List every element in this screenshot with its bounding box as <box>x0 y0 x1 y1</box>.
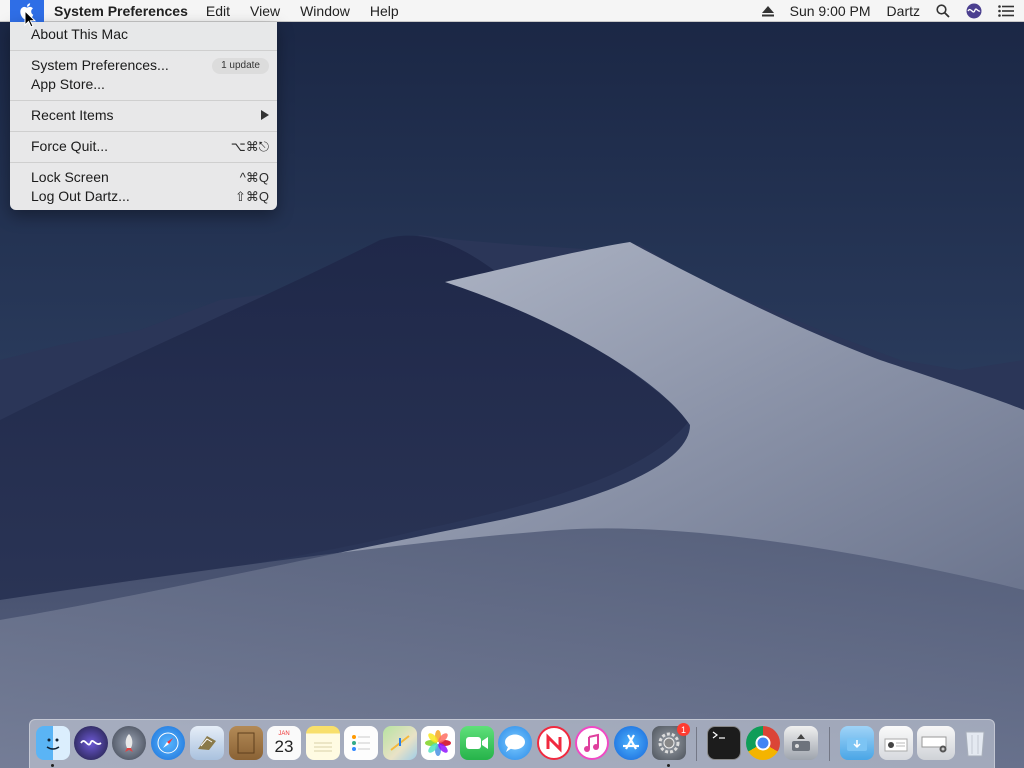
menu-separator <box>10 162 277 163</box>
update-badge: 1 update <box>212 57 269 74</box>
safari-icon[interactable] <box>151 726 185 760</box>
menu-clock[interactable]: Sun 9:00 PM <box>790 0 871 22</box>
menu-separator <box>10 100 277 101</box>
facetime-icon[interactable] <box>460 726 494 760</box>
shortcut-lock-screen: ^⌘Q <box>239 170 269 185</box>
eject-icon[interactable] <box>761 5 774 17</box>
mail-icon[interactable] <box>190 726 224 760</box>
menu-separator <box>10 50 277 51</box>
news-icon[interactable] <box>537 726 571 760</box>
submenu-arrow-icon <box>261 106 269 125</box>
menu-help[interactable]: Help <box>370 0 399 22</box>
trash-icon[interactable] <box>958 726 992 760</box>
finder-icon[interactable] <box>36 726 70 760</box>
running-indicator <box>51 764 54 767</box>
menu-item-system-preferences[interactable]: System Preferences... 1 update <box>31 56 269 75</box>
menu-app-name[interactable]: System Preferences <box>54 0 188 22</box>
documents-stack-icon[interactable] <box>879 726 913 760</box>
dock: JAN 23 1 <box>29 719 995 768</box>
notification-badge: 1 <box>677 723 690 736</box>
menu-item-log-out[interactable]: Log Out Dartz... ⇧⌘Q <box>31 187 269 206</box>
menu-item-label: System Preferences... <box>31 57 169 73</box>
contacts-icon[interactable] <box>229 726 263 760</box>
calendar-day: 23 <box>274 737 294 756</box>
menu-item-label: About This Mac <box>31 26 129 42</box>
mouse-cursor-icon <box>24 10 36 28</box>
menu-item-lock-screen[interactable]: Lock Screen ^⌘Q <box>31 168 269 187</box>
menu-item-label: Recent Items <box>31 107 114 123</box>
photos-icon[interactable] <box>421 726 455 760</box>
app-store-icon[interactable] <box>614 726 648 760</box>
apple-dropdown-menu: About This Mac System Preferences... 1 u… <box>10 22 277 210</box>
spotlight-search-icon[interactable] <box>936 4 950 18</box>
siri-dock-icon[interactable] <box>74 726 108 760</box>
disk-utility-icon[interactable] <box>784 726 818 760</box>
system-preferences-icon[interactable]: 1 <box>652 723 690 760</box>
shortcut-log-out: ⇧⌘Q <box>234 189 269 204</box>
menu-bar: System Preferences Edit View Window Help… <box>0 0 1024 22</box>
menu-item-label: App Store... <box>31 76 105 92</box>
running-indicator <box>667 764 670 767</box>
menu-window[interactable]: Window <box>300 0 350 22</box>
menu-item-recent-items[interactable]: Recent Items <box>31 106 269 125</box>
menu-item-app-store[interactable]: App Store... <box>31 75 269 94</box>
terminal-icon[interactable] <box>707 726 741 760</box>
notes-icon[interactable] <box>306 726 340 760</box>
menu-edit[interactable]: Edit <box>206 0 230 22</box>
menu-item-label: Lock Screen <box>31 169 109 185</box>
dock-separator <box>696 727 697 761</box>
menu-item-label: Log Out Dartz... <box>31 188 130 204</box>
siri-icon[interactable] <box>966 3 982 19</box>
notification-center-icon[interactable] <box>998 5 1014 17</box>
launchpad-icon[interactable] <box>112 726 146 760</box>
menu-view[interactable]: View <box>250 0 280 22</box>
menu-item-about-this-mac[interactable]: About This Mac <box>31 25 269 44</box>
itunes-icon[interactable] <box>575 726 609 760</box>
menu-separator <box>10 131 277 132</box>
downloads-stack-icon[interactable] <box>840 726 874 760</box>
maps-icon[interactable] <box>383 726 417 760</box>
reminders-icon[interactable] <box>344 726 378 760</box>
chrome-icon[interactable] <box>746 726 780 760</box>
messages-icon[interactable] <box>498 726 532 760</box>
menu-user[interactable]: Dartz <box>887 0 920 22</box>
calendar-icon[interactable]: JAN 23 <box>267 726 301 760</box>
dock-separator <box>829 727 830 761</box>
shortcut-force-quit: ⌥⌘⎋ <box>230 139 269 154</box>
menu-item-force-quit[interactable]: Force Quit... ⌥⌘⎋ <box>31 137 269 156</box>
menu-item-label: Force Quit... <box>31 138 109 154</box>
screenshots-stack-icon[interactable] <box>917 726 955 760</box>
